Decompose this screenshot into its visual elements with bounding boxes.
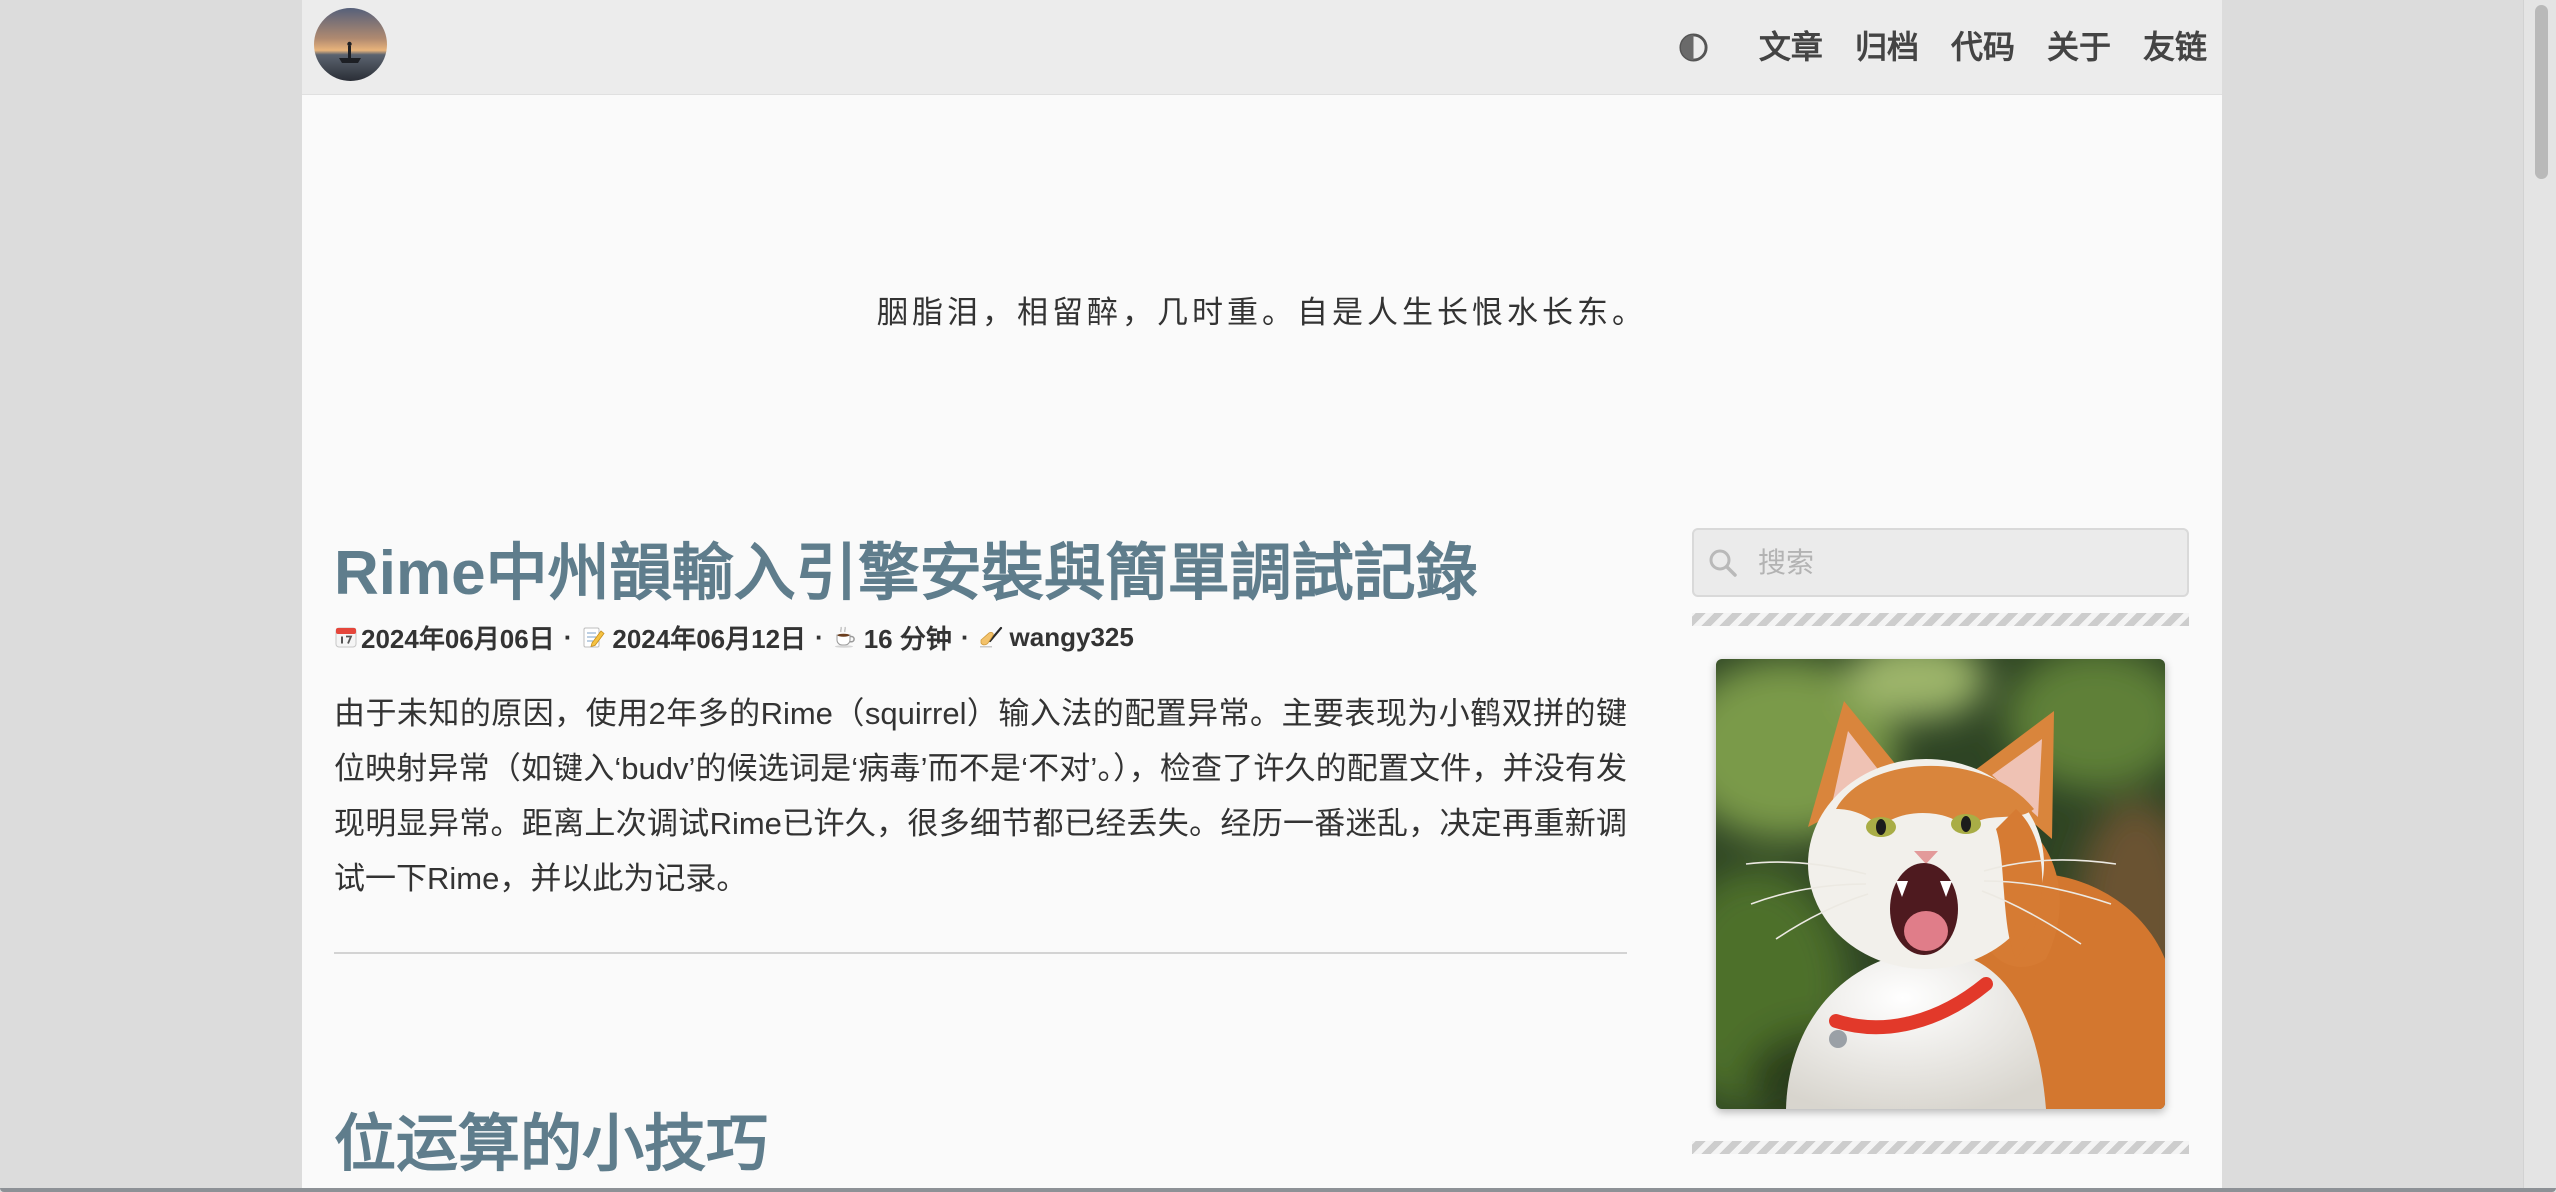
content-column: 文章 归档 代码 关于 友链 胭脂泪，相留醉，几时重。自是人生长恨水长东。 Ri… (302, 0, 2222, 1192)
post-updated-date: 2024年06月12日 (612, 623, 807, 654)
nav-item-friends[interactable]: 友链 (2143, 27, 2207, 67)
site-quote: 胭脂泪，相留醉，几时重。自是人生长恨水长东。 (877, 295, 1647, 331)
post-meta: 2024年06月06日 · 2024年06月12日 · 16 分钟 · wang… (334, 617, 1627, 657)
post-divider (334, 952, 1627, 954)
calendar-icon (334, 625, 358, 649)
scrollbar-thumb[interactable] (2535, 5, 2548, 179)
post-title: Rime中州韻輸入引擎安裝與簡單調試記錄 (334, 538, 1627, 610)
theme-toggle-graphic (1679, 32, 1708, 62)
meta-separator: · (960, 621, 970, 652)
site-header: 文章 归档 代码 关于 友链 (302, 0, 2222, 95)
search-icon (1707, 547, 1739, 579)
writing-hand-icon (979, 625, 1003, 649)
avatar-image (314, 8, 387, 81)
cat-image-graphic (1716, 659, 2165, 1109)
post-author: wangy325 (1009, 621, 1134, 652)
sidebar (1692, 528, 2189, 1154)
window-bottom-edge (0, 1188, 2556, 1192)
nav-item-articles[interactable]: 文章 (1759, 27, 1823, 67)
nav-item-archives[interactable]: 归档 (1855, 27, 1919, 67)
search-input[interactable] (1758, 546, 2187, 579)
nav-item-about[interactable]: 关于 (2047, 27, 2111, 67)
main-nav: 文章 归档 代码 关于 友链 (1678, 0, 2207, 94)
coffee-icon (833, 625, 857, 649)
page: { "header": { "avatar_icon": "avatar-ima… (0, 0, 2556, 1192)
half-circle-icon[interactable] (1678, 32, 1709, 63)
sidebar-divider (1692, 613, 2189, 626)
meta-separator: · (815, 621, 824, 652)
post-title: 位运算的小技巧 (334, 1109, 1627, 1181)
post-reading-time: 16 分钟 (863, 623, 952, 654)
memo-icon (581, 625, 605, 649)
sidebar-divider (1692, 1141, 2189, 1154)
post-title-link[interactable]: Rime中州韻輸入引擎安裝與簡單調試記錄 (334, 539, 1478, 608)
post-created-date: 2024年06月06日 (361, 623, 555, 654)
post-list: Rime中州韻輸入引擎安裝與簡單調試記錄 2024年06月06日 · 2024年… (334, 538, 1627, 1192)
avatar[interactable] (314, 8, 387, 81)
search-box[interactable] (1692, 528, 2189, 597)
post-excerpt: 由于未知的原因，使用2年多的Rime（squirrel）输入法的配置异常。主要表… (334, 696, 1627, 896)
post-title-link[interactable]: 位运算的小技巧 (334, 1110, 768, 1179)
nav-item-code[interactable]: 代码 (1951, 27, 2015, 67)
post-card: Rime中州韻輸入引擎安裝與簡單調試記錄 2024年06月06日 · 2024年… (334, 538, 1627, 906)
meta-separator: · (563, 621, 573, 652)
cat-image (1716, 659, 2165, 1109)
scrollbar[interactable] (2523, 0, 2556, 1192)
post-card: 位运算的小技巧 (334, 1109, 1627, 1181)
